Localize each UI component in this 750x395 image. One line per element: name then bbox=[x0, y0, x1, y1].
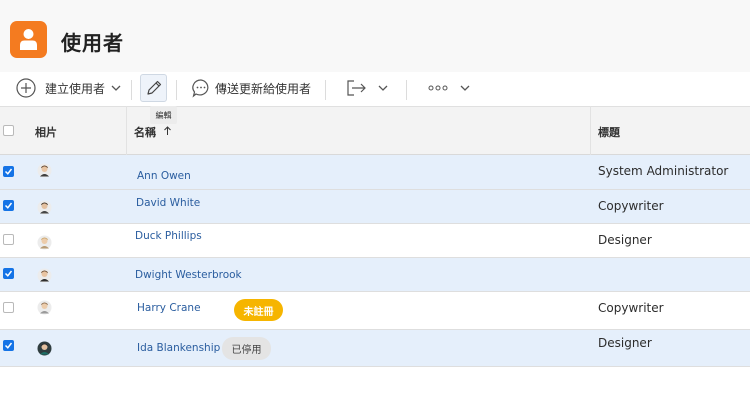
sort-ascending-icon bbox=[163, 126, 171, 135]
user-title: Copywriter bbox=[598, 199, 664, 213]
chevron-down-icon bbox=[460, 85, 470, 91]
page-header: 使用者 bbox=[0, 0, 750, 72]
user-name-link[interactable]: David White bbox=[136, 197, 200, 209]
avatar bbox=[37, 268, 52, 283]
avatar bbox=[37, 200, 52, 215]
user-title: Designer bbox=[598, 336, 652, 350]
pencil-icon bbox=[146, 80, 161, 95]
user-title: System Administrator bbox=[598, 164, 729, 178]
table-row[interactable]: Ida Blankenship 已停用 Designer bbox=[0, 330, 750, 367]
add-user-label: 建立使用者 bbox=[45, 81, 106, 96]
deactivated-badge: 已停用 bbox=[222, 337, 271, 360]
column-header-title[interactable]: 標題 bbox=[598, 124, 620, 140]
user-name-link[interactable]: Ann Owen bbox=[137, 170, 191, 182]
chevron-down-icon bbox=[111, 85, 121, 91]
toolbar-divider bbox=[131, 80, 132, 100]
export-icon bbox=[347, 80, 366, 96]
more-actions-button[interactable] bbox=[428, 72, 471, 104]
column-header-name[interactable]: 名稱 bbox=[134, 124, 172, 140]
table-row[interactable]: Harry Crane 未註冊 Copywriter bbox=[0, 292, 750, 330]
select-all-checkbox[interactable] bbox=[3, 125, 14, 136]
user-name-link[interactable]: Ida Blankenship bbox=[137, 342, 220, 354]
row-checkbox[interactable] bbox=[3, 200, 14, 211]
send-update-button[interactable]: 傳送更新給使用者 bbox=[191, 72, 311, 104]
more-icon bbox=[428, 85, 448, 91]
page-title: 使用者 bbox=[61, 31, 124, 55]
table-row[interactable]: Ann Owen System Administrator bbox=[0, 155, 750, 190]
edit-button[interactable] bbox=[140, 74, 167, 102]
add-user-button[interactable]: 建立使用者 bbox=[16, 72, 122, 104]
row-checkbox[interactable] bbox=[3, 302, 14, 313]
toolbar: 建立使用者 傳送更新給使用者 bbox=[0, 72, 750, 106]
table-header: 相片 名稱 標題 bbox=[0, 106, 750, 155]
row-checkbox[interactable] bbox=[3, 166, 14, 177]
row-checkbox[interactable] bbox=[3, 268, 14, 279]
table-row[interactable]: Dwight Westerbrook bbox=[0, 258, 750, 292]
user-title: Copywriter bbox=[598, 301, 664, 315]
table-row[interactable]: David White Copywriter bbox=[0, 190, 750, 224]
user-name-link[interactable]: Dwight Westerbrook bbox=[135, 269, 242, 281]
user-name-link[interactable]: Duck Phillips bbox=[135, 230, 202, 242]
plus-circle-icon bbox=[16, 78, 36, 98]
column-header-photo[interactable]: 相片 bbox=[35, 124, 57, 140]
send-update-label: 傳送更新給使用者 bbox=[215, 81, 312, 96]
avatar bbox=[37, 235, 52, 250]
toolbar-divider bbox=[325, 80, 326, 100]
comment-icon bbox=[192, 79, 209, 98]
avatar bbox=[37, 300, 52, 315]
user-icon bbox=[10, 21, 47, 58]
avatar bbox=[37, 163, 52, 178]
chevron-down-icon bbox=[378, 85, 388, 91]
avatar bbox=[37, 341, 52, 356]
toolbar-divider bbox=[406, 80, 407, 100]
user-name-link[interactable]: Harry Crane bbox=[137, 302, 201, 314]
export-button[interactable] bbox=[346, 72, 389, 104]
row-checkbox[interactable] bbox=[3, 234, 14, 245]
row-checkbox[interactable] bbox=[3, 340, 14, 351]
edit-tooltip: 編輯 bbox=[150, 106, 177, 124]
table-row[interactable]: Duck Phillips Designer bbox=[0, 224, 750, 258]
unregistered-badge: 未註冊 bbox=[234, 299, 283, 321]
toolbar-divider bbox=[176, 80, 177, 100]
user-title: Designer bbox=[598, 233, 652, 247]
column-header-name-label: 名稱 bbox=[134, 126, 156, 139]
